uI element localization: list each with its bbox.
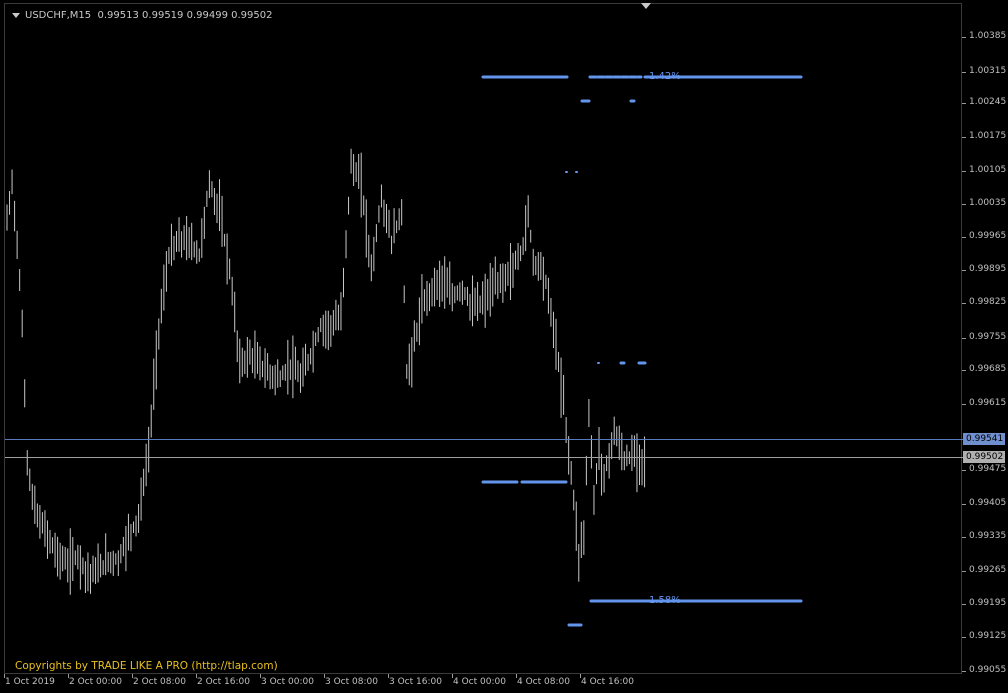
price-axis-tick [962, 171, 966, 172]
ohlc-bars [6, 148, 646, 595]
chart-header: USDCHF,M15 0.99513 0.99519 0.99499 0.995… [12, 10, 272, 21]
time-axis-tick [68, 674, 69, 678]
level-lines [481, 75, 803, 627]
time-axis-tick [452, 674, 453, 678]
time-axis-label: 3 Oct 16:00 [389, 677, 442, 687]
price-axis-label: 0.99755 [969, 332, 1007, 342]
price-axis-tick [962, 338, 966, 339]
time-axis-label: 2 Oct 00:00 [69, 677, 122, 687]
time-axis-tick [196, 674, 197, 678]
time-axis-label: 3 Oct 00:00 [261, 677, 314, 687]
price-axis-label: 0.99195 [969, 598, 1007, 608]
copyright-text: Copyrights by TRADE LIKE A PRO (http://t… [15, 660, 278, 672]
price-axis-label: 0.99965 [969, 231, 1007, 241]
symbol-timeframe: USDCHF,M15 [25, 10, 92, 21]
price-axis-tick [962, 303, 966, 304]
price-axis-tick [962, 604, 966, 605]
price-axis-tick [962, 237, 966, 238]
time-axis-tick [580, 674, 581, 678]
time-axis-label: 4 Oct 08:00 [517, 677, 570, 687]
price-axis-label: 0.99405 [969, 498, 1007, 508]
price-axis-tick [962, 537, 966, 538]
price-axis-tick [962, 404, 966, 405]
price-chart[interactable] [5, 4, 963, 675]
price-axis-label: 0.99685 [969, 364, 1007, 374]
price-axis-label: 0.99335 [969, 531, 1007, 541]
time-axis-label: 4 Oct 16:00 [581, 677, 634, 687]
price-axis-tick [962, 504, 966, 505]
price-axis-tick [962, 204, 966, 205]
price-axis-tick [962, 72, 966, 73]
time-axis-label: 3 Oct 08:00 [325, 677, 378, 687]
price-axis-label: 1.00105 [969, 165, 1007, 175]
price-axis-tick [962, 37, 966, 38]
time-axis-tick [4, 674, 5, 678]
bid-price-badge: 0.99502 [963, 451, 1005, 463]
lower-percent-label: 1.58% [649, 595, 681, 606]
price-axis-tick [962, 571, 966, 572]
price-axis-tick [962, 137, 966, 138]
time-axis-label: 1 Oct 2019 [5, 677, 55, 687]
upper-percent-label: 1.42% [649, 71, 681, 82]
price-axis-tick [962, 637, 966, 638]
chart-window[interactable]: USDCHF,M15 0.99513 0.99519 0.99499 0.995… [4, 3, 963, 675]
price-axis-label: 1.00315 [969, 66, 1007, 76]
price-axis-label: 0.99895 [969, 264, 1007, 274]
time-axis-label: 2 Oct 16:00 [197, 677, 250, 687]
price-axis-label: 1.00385 [969, 31, 1007, 41]
chevron-down-icon[interactable] [12, 12, 20, 18]
price-axis-tick [962, 671, 966, 672]
ohlc-values: 0.99513 0.99519 0.99499 0.99502 [97, 10, 273, 21]
price-axis-label: 1.00035 [969, 198, 1007, 208]
time-axis-tick [132, 674, 133, 678]
time-axis-tick [516, 674, 517, 678]
price-axis-label: 0.99265 [969, 565, 1007, 575]
price-axis-tick [962, 270, 966, 271]
price-axis-tick [962, 103, 966, 104]
price-axis-label: 1.00175 [969, 131, 1007, 141]
time-axis-tick [260, 674, 261, 678]
ask-price-badge: 0.99541 [963, 433, 1005, 445]
time-axis-label: 2 Oct 08:00 [133, 677, 186, 687]
time-axis-tick [324, 674, 325, 678]
price-axis-label: 0.99475 [969, 464, 1007, 474]
price-axis-label: 0.99825 [969, 297, 1007, 307]
time-axis-label: 4 Oct 00:00 [453, 677, 506, 687]
price-axis-tick [962, 470, 966, 471]
time-axis-tick [388, 674, 389, 678]
price-axis-label: 0.99055 [969, 665, 1007, 675]
price-axis-label: 0.99125 [969, 631, 1007, 641]
price-axis-label: 1.00245 [969, 97, 1007, 107]
chart-shift-marker-icon[interactable] [641, 3, 651, 9]
price-axis-label: 0.99615 [969, 398, 1007, 408]
price-axis-tick [962, 370, 966, 371]
